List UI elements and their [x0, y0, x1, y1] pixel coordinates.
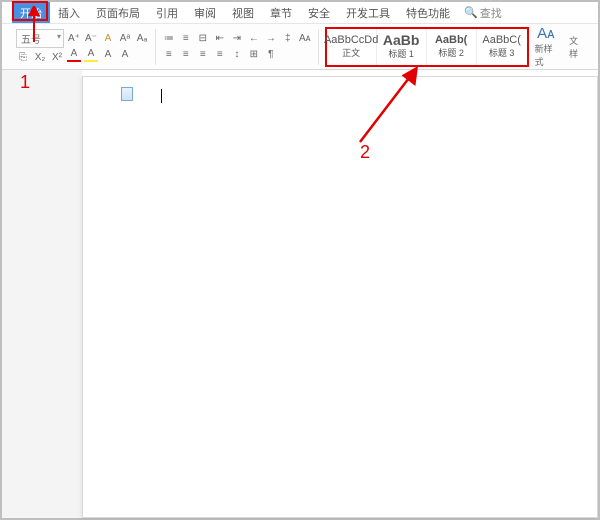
menu-tabbar: 开始 插入 页面布局 引用 审阅 视图 章节 安全 开发工具 特色功能 🔍 查找 [2, 2, 598, 24]
page-icon [121, 87, 133, 101]
tab-review[interactable]: 审阅 [186, 2, 224, 23]
tab-insert[interactable]: 插入 [50, 2, 88, 23]
style-label: 标题 2 [438, 46, 464, 59]
superscript-icon[interactable]: X² [50, 50, 64, 64]
clear-format-icon[interactable]: A [101, 32, 115, 46]
new-style-label: 新样式 [535, 42, 557, 68]
style-heading-1[interactable]: AaBb 标题 1 [377, 29, 427, 65]
separator [318, 29, 319, 65]
align-right-icon[interactable]: ≡ [196, 48, 210, 62]
style-preview: AaBbC( [482, 35, 521, 46]
highlight-icon[interactable]: A [84, 48, 98, 62]
search-label: 查找 [480, 5, 502, 21]
left-indent-icon[interactable]: ← [247, 32, 261, 46]
annotation-label-1: 1 [20, 72, 30, 93]
font-style-icon[interactable]: Aᴀ [298, 32, 312, 46]
style-preview: AaBb( [435, 35, 467, 46]
new-style-icon: Aᴀ [537, 25, 554, 42]
style-label: 正文 [342, 46, 360, 59]
format-painter-icon[interactable]: ⎘ [16, 50, 30, 64]
borders-icon[interactable]: ⊞ [247, 48, 261, 62]
tab-view[interactable]: 视图 [224, 2, 262, 23]
search-icon: 🔍 [464, 6, 478, 19]
app-window: 开始 插入 页面布局 引用 审阅 视图 章节 安全 开发工具 特色功能 🔍 查找… [0, 0, 600, 520]
font-color-icon[interactable]: A [67, 48, 81, 62]
style-heading-2[interactable]: AaBb( 标题 2 [427, 29, 477, 65]
paragraph-mark-icon[interactable]: ¶ [264, 48, 278, 62]
bullets-icon[interactable]: ≔ [162, 32, 176, 46]
tab-start[interactable]: 开始 [12, 2, 50, 23]
annotation-label-2: 2 [360, 142, 370, 163]
more-styles-label: 文样 [569, 34, 584, 60]
text-cursor [161, 89, 162, 103]
font-size-select[interactable]: 五号 [16, 29, 64, 48]
style-label: 标题 3 [489, 46, 515, 59]
tab-references[interactable]: 引用 [148, 2, 186, 23]
style-label: 标题 1 [388, 47, 414, 60]
align-justify-icon[interactable]: ≡ [213, 48, 227, 62]
tab-layout[interactable]: 页面布局 [88, 2, 148, 23]
more-styles-button[interactable]: 文样 [563, 34, 590, 60]
multilevel-icon[interactable]: ⊟ [196, 32, 210, 46]
style-preview: AaBbCcDd [324, 35, 378, 46]
numbering-icon[interactable]: ≡ [179, 32, 193, 46]
tab-special[interactable]: 特色功能 [398, 2, 458, 23]
tab-security[interactable]: 安全 [300, 2, 338, 23]
document-page[interactable] [82, 76, 598, 518]
char-shading-icon[interactable]: A [101, 48, 115, 62]
search-box[interactable]: 🔍 查找 [458, 2, 502, 23]
tab-chapter[interactable]: 章节 [262, 2, 300, 23]
font-group: 五号 ⎘ X₂ X² A⁺ A⁻ A Aᵃ Aₐ A A A [10, 29, 155, 64]
tab-devtools[interactable]: 开发工具 [338, 2, 398, 23]
grow-font-icon[interactable]: A⁺ [67, 32, 81, 46]
font-effect-icon[interactable]: A [118, 48, 132, 62]
paragraph-group: ≔ ≡ ⊟ ⇤ ⇥ ← → ‡ Aᴀ ≡ ≡ ≡ ≡ ↕ ⊞ ¶ [156, 32, 318, 62]
shrink-font-icon[interactable]: A⁻ [84, 32, 98, 46]
letter-icon[interactable]: Aₐ [135, 32, 149, 46]
style-heading-3[interactable]: AaBbC( 标题 3 [477, 29, 527, 65]
ribbon: 五号 ⎘ X₂ X² A⁺ A⁻ A Aᵃ Aₐ A A A [2, 24, 598, 70]
left-gutter [2, 70, 82, 518]
strike-icon[interactable]: X₂ [33, 50, 47, 64]
styles-gallery: AaBbCcDd 正文 AaBb 标题 1 AaBb( 标题 2 AaBbC( … [325, 27, 529, 67]
style-preview: AaBb [383, 33, 420, 47]
workspace [2, 70, 598, 518]
increase-indent-icon[interactable]: ⇥ [230, 32, 244, 46]
align-left-icon[interactable]: ≡ [162, 48, 176, 62]
case-icon[interactable]: Aᵃ [118, 32, 132, 46]
new-style-button[interactable]: Aᴀ 新样式 [529, 25, 563, 68]
line-height-icon[interactable]: ‡ [281, 32, 295, 46]
right-indent-icon[interactable]: → [264, 32, 278, 46]
spacing-icon[interactable]: ↕ [230, 48, 244, 62]
style-normal[interactable]: AaBbCcDd 正文 [327, 29, 377, 65]
decrease-indent-icon[interactable]: ⇤ [213, 32, 227, 46]
align-center-icon[interactable]: ≡ [179, 48, 193, 62]
